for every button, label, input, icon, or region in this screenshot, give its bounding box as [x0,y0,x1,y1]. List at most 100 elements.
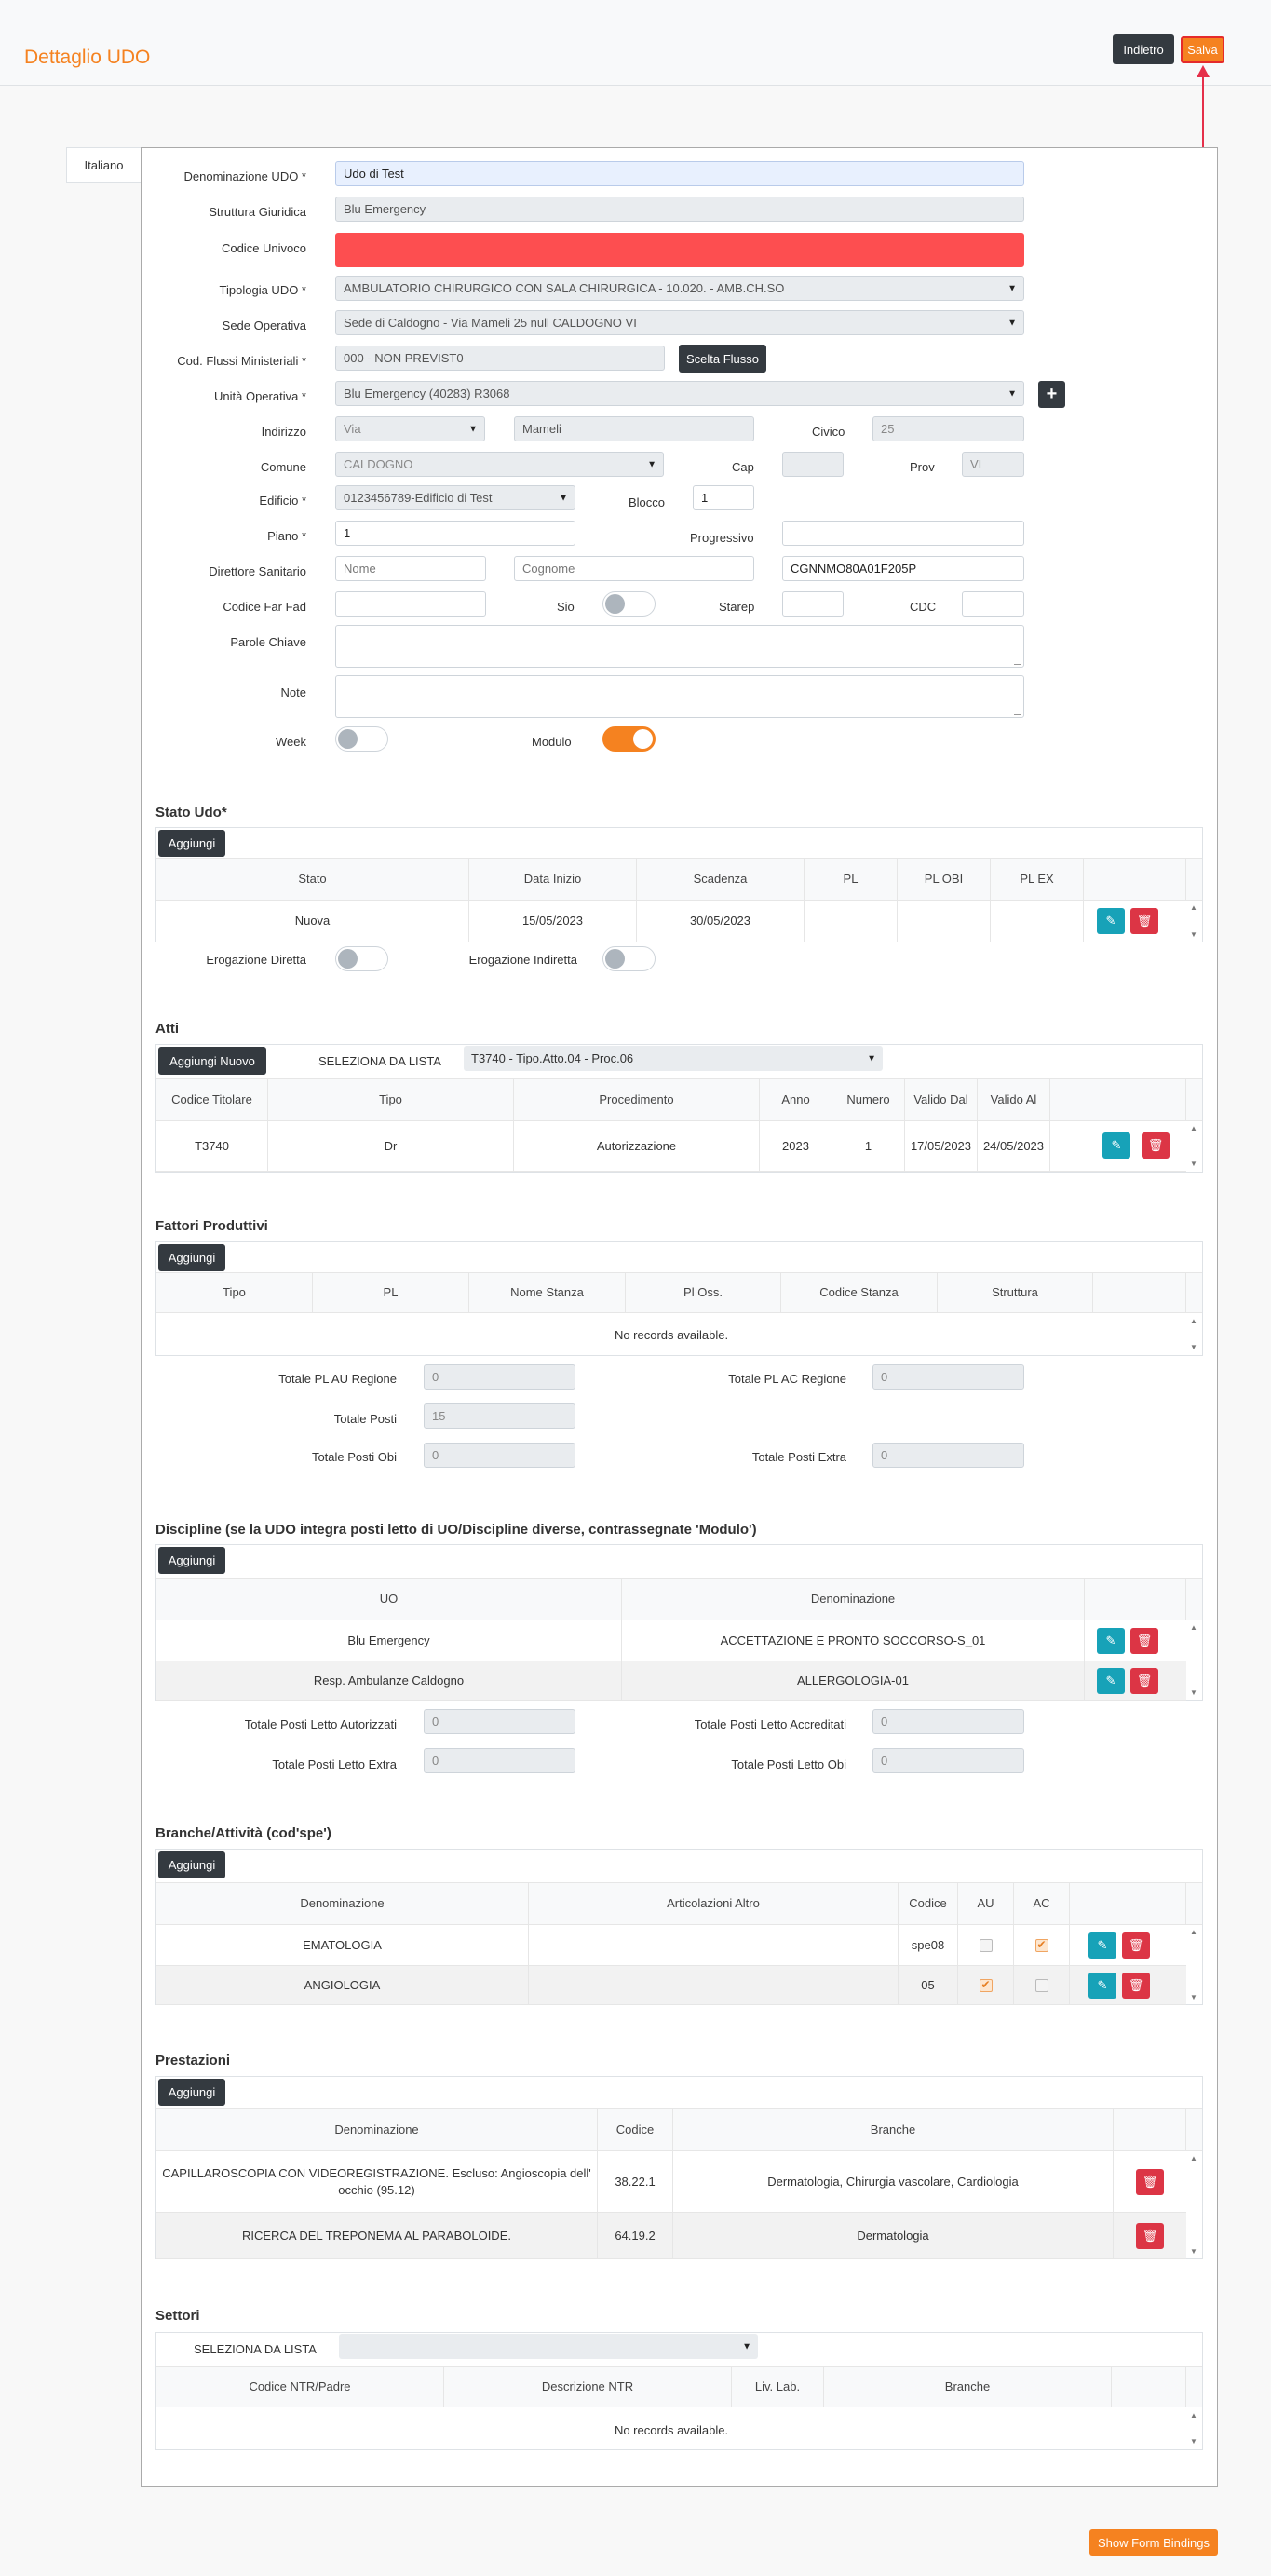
scroll-up-icon[interactable]: ▲ [1188,1624,1199,1632]
prestazioni-col-header[interactable]: Codice [598,2109,673,2150]
atti-col-header[interactable]: Codice Titolare [156,1079,268,1120]
flussi-input[interactable]: 000 - NON PREVIST0 [335,346,665,371]
comune-select[interactable]: CALDOGNO ▼ [335,452,664,477]
prestazioni-add-button[interactable]: Aggiungi [158,2079,225,2106]
back-button[interactable]: Indietro [1113,34,1174,64]
table-row[interactable]: Nuova 15/05/2023 30/05/2023 ✎ 🗑 [156,901,1186,942]
tot-posti-extra-input[interactable]: 0 [872,1443,1024,1468]
discipline-add-button[interactable]: Aggiungi [158,1547,225,1574]
table-row[interactable]: CAPILLAROSCOPIA CON VIDEOREGISTRAZIONE. … [156,2151,1186,2213]
tot-letto-extra-input[interactable]: 0 [424,1748,575,1773]
branche-col-header[interactable]: Denominazione [156,1883,529,1924]
delete-icon[interactable]: 🗑 [1122,1932,1150,1959]
atti-col-header[interactable]: Tipo [268,1079,514,1120]
ac-checkbox[interactable] [1034,1937,1048,1952]
ac-checkbox[interactable] [1034,1978,1048,1992]
prestazioni-col-header[interactable]: Denominazione [156,2109,598,2150]
tot-pl-ac-input[interactable]: 0 [872,1364,1024,1390]
add-unita-button[interactable]: + [1038,381,1065,408]
scroll-up-icon[interactable]: ▲ [1188,1125,1199,1132]
edit-icon[interactable]: ✎ [1097,1628,1125,1654]
stato-add-button[interactable]: Aggiungi [158,830,225,857]
show-form-bindings-button[interactable]: Show Form Bindings [1089,2529,1218,2556]
unita-select[interactable]: Blu Emergency (40283) R3068 ▼ [335,381,1024,406]
stato-col-header[interactable]: PL OBI [898,859,991,900]
via-select[interactable]: Via ▼ [335,416,485,441]
fattori-col-header[interactable]: Codice Stanza [781,1273,938,1312]
table-row[interactable]: T3740 Dr Autorizzazione 2023 1 17/05/202… [156,1121,1186,1172]
fattori-col-header[interactable]: PL [313,1273,469,1312]
scroll-up-icon[interactable]: ▲ [1188,1929,1199,1936]
civico-input[interactable]: 25 [872,416,1024,441]
atti-col-header[interactable]: Numero [832,1079,905,1120]
sede-select[interactable]: Sede di Caldogno - Via Mameli 25 null CA… [335,310,1024,335]
cdc-input[interactable] [962,591,1024,617]
direttore-nome-input[interactable]: Nome [335,556,486,581]
edit-icon[interactable]: ✎ [1088,1973,1116,1999]
fattori-col-header[interactable]: Struttura [938,1273,1093,1312]
settori-scrollbar[interactable]: ▲ ▼ [1188,2408,1199,2449]
tab-italiano[interactable]: Italiano [66,147,141,183]
tot-letto-aut-input[interactable]: 0 [424,1709,575,1734]
settori-col-header[interactable]: Codice NTR/Padre [156,2367,444,2407]
scroll-down-icon[interactable]: ▼ [1188,2248,1199,2256]
settori-select[interactable]: ▼ [339,2334,758,2359]
direttore-cf-input[interactable]: CGNNMO80A01F205P [782,556,1024,581]
progressivo-input[interactable] [782,521,1024,546]
discipline-col-header[interactable]: Denominazione [622,1579,1085,1620]
delete-icon[interactable]: 🗑 [1136,2169,1164,2195]
branche-scrollbar[interactable]: ▲ ▼ [1188,1925,1199,2005]
farfad-input[interactable] [335,591,486,617]
scroll-down-icon[interactable]: ▼ [1188,1160,1199,1168]
sio-toggle[interactable] [602,591,656,617]
scroll-up-icon[interactable]: ▲ [1188,2412,1199,2420]
stato-col-header[interactable]: Data Inizio [469,859,637,900]
denominazione-input[interactable]: Udo di Test [335,161,1024,186]
atti-col-header[interactable]: Procedimento [514,1079,760,1120]
scroll-down-icon[interactable]: ▼ [1188,1689,1199,1697]
table-row[interactable]: EMATOLOGIA spe08 ✎ 🗑 [156,1925,1186,1966]
discipline-col-header[interactable]: UO [156,1579,622,1620]
prestazioni-scrollbar[interactable]: ▲ ▼ [1188,2151,1199,2259]
prestazioni-col-header[interactable]: Branche [673,2109,1114,2150]
settori-col-header[interactable]: Liv. Lab. [732,2367,824,2407]
scroll-down-icon[interactable]: ▼ [1188,931,1199,939]
erog-diretta-toggle[interactable] [335,946,388,971]
piano-input[interactable]: 1 [335,521,575,546]
fattori-col-header[interactable]: Tipo [156,1273,313,1312]
stato-col-header[interactable]: PL EX [991,859,1084,900]
table-row[interactable]: Resp. Ambulanze Caldogno ALLERGOLOGIA-01… [156,1661,1186,1701]
note-textarea[interactable] [335,675,1024,718]
atti-scrollbar[interactable]: ▲ ▼ [1188,1121,1199,1172]
save-button[interactable]: Salva [1181,36,1224,63]
atti-col-header[interactable]: Valido Dal [905,1079,978,1120]
scroll-up-icon[interactable]: ▲ [1188,1318,1199,1325]
atti-col-header[interactable]: Valido Al [978,1079,1050,1120]
tot-pl-au-input[interactable]: 0 [424,1364,575,1390]
table-row[interactable]: Blu Emergency ACCETTAZIONE E PRONTO SOCC… [156,1620,1186,1661]
branche-col-header[interactable]: AU [958,1883,1014,1924]
scroll-up-icon[interactable]: ▲ [1188,904,1199,912]
fattori-col-header[interactable]: Pl Oss. [626,1273,781,1312]
starep-input[interactable] [782,591,844,617]
au-checkbox[interactable] [979,1938,993,1952]
table-row[interactable]: RICERCA DEL TREPONEMA AL PARABOLOIDE. 64… [156,2213,1186,2259]
branche-col-header[interactable]: Codice [899,1883,958,1924]
week-toggle[interactable] [335,726,388,752]
delete-icon[interactable]: 🗑 [1136,2223,1164,2249]
edit-icon[interactable]: ✎ [1088,1932,1116,1959]
discipline-scrollbar[interactable]: ▲ ▼ [1188,1620,1199,1701]
cap-input[interactable] [782,452,844,477]
delete-icon[interactable]: 🗑 [1130,908,1158,934]
branche-col-header[interactable]: Articolazioni Altro [529,1883,899,1924]
settori-col-header[interactable]: Descrizione NTR [444,2367,732,2407]
scelta-flusso-button[interactable]: Scelta Flusso [679,345,766,373]
delete-icon[interactable]: 🗑 [1130,1668,1158,1694]
direttore-cognome-input[interactable]: Cognome [514,556,754,581]
edit-icon[interactable]: ✎ [1097,1668,1125,1694]
atti-select[interactable]: T3740 - Tipo.Atto.04 - Proc.06 ▼ [464,1046,883,1071]
struttura-input[interactable]: Blu Emergency [335,197,1024,222]
scroll-down-icon[interactable]: ▼ [1188,1994,1199,2001]
tot-letto-obi-input[interactable]: 0 [872,1748,1024,1773]
tot-letto-acc-input[interactable]: 0 [872,1709,1024,1734]
